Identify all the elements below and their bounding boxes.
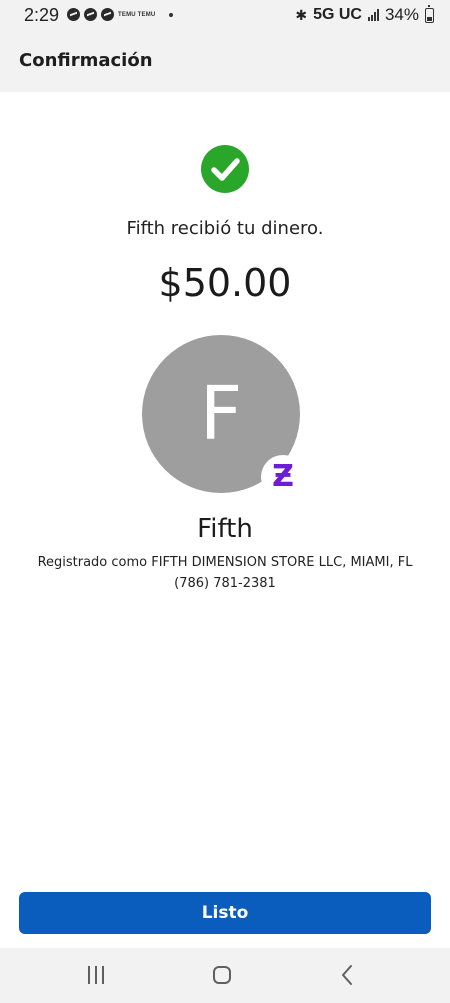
more-notifications-icon	[169, 12, 174, 17]
signal-icon	[367, 9, 379, 21]
battery-icon	[425, 4, 434, 23]
success-check-icon	[201, 145, 249, 193]
messenger-icon	[101, 8, 114, 21]
back-icon[interactable]	[340, 964, 354, 990]
chat-icon	[84, 8, 97, 21]
zelle-icon: Ƶ	[272, 459, 294, 494]
battery-level: 34%	[384, 5, 419, 24]
home-icon[interactable]	[213, 966, 231, 984]
status-time: 2:29	[24, 5, 60, 25]
zelle-badge: Ƶ	[261, 455, 305, 499]
recipient-name: Fifth	[197, 514, 253, 544]
network-type: 5G UC	[313, 6, 362, 23]
system-nav-bar	[0, 948, 450, 1003]
confirmation-message: Fifth recibió tu dinero.	[126, 218, 324, 239]
status-bar: 2:29 TEMU TEMU ✱ 5G UC 34%	[0, 0, 450, 34]
notification-icons: TEMU TEMU	[67, 8, 174, 21]
messenger-icon	[67, 8, 80, 21]
done-button[interactable]: Listo	[19, 892, 431, 934]
system-status: ✱ 5G UC 34%	[295, 4, 434, 25]
temu-notification-icon: TEMU TEMU	[118, 11, 156, 18]
recipient-phone: (786) 781-2381	[174, 576, 276, 591]
amount: $50.00	[158, 261, 292, 305]
app-header: Confirmación	[0, 34, 450, 92]
registered-as-text: Registrado como FIFTH DIMENSION STORE LL…	[37, 555, 413, 570]
page-title: Confirmación	[19, 50, 153, 71]
bluetooth-icon: ✱	[295, 6, 308, 23]
recent-apps-icon[interactable]	[88, 966, 104, 984]
